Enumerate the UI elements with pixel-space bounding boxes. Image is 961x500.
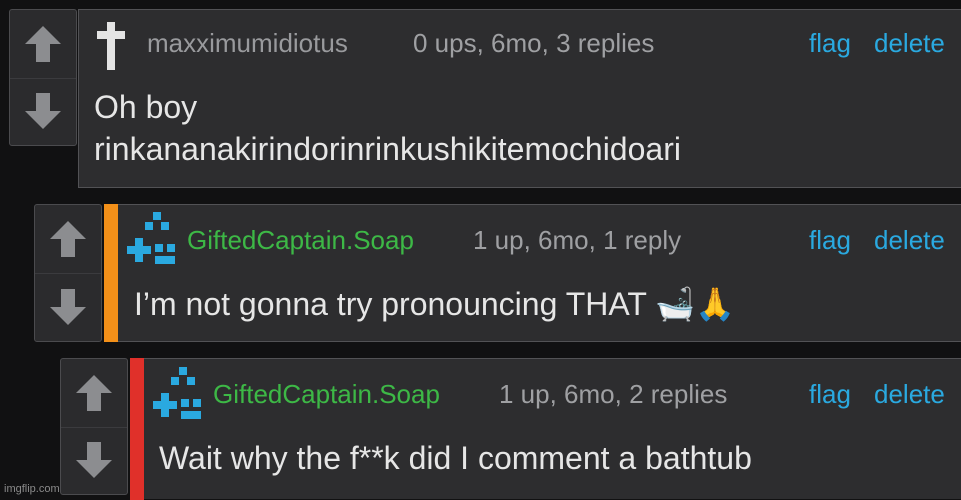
delete-link[interactable]: delete [874, 30, 945, 56]
comment-meta: 1 up, 6mo, 2 replies [499, 379, 728, 409]
downvote-button[interactable] [61, 427, 127, 495]
upvote-button[interactable] [35, 205, 101, 274]
comment-text: I’m not gonna try pronouncing THAT 🛁🙏 [134, 283, 735, 325]
upvote-button[interactable] [10, 10, 76, 79]
comment-meta: 1 up, 6mo, 1 reply [473, 225, 682, 255]
comment: GiftedCaptain.Soap 1 up, 6mo, 2 replies … [130, 358, 961, 500]
down-arrow-icon [76, 442, 112, 479]
downvote-button[interactable] [35, 273, 101, 341]
comment-text-line: rinkananakirindorinrinkushikitemochidoar… [94, 131, 681, 167]
username[interactable]: GiftedCaptain.Soap [187, 227, 414, 253]
vote-box [9, 9, 77, 146]
pixel-avatar-icon [127, 212, 175, 264]
username[interactable]: maxximumidiotus [147, 30, 348, 56]
comment-text: Oh boy rinkananakirindorinrinkushikitemo… [94, 86, 681, 170]
flag-link[interactable]: flag [809, 381, 851, 407]
comment-text: Wait why the f**k did I comment a bathtu… [159, 437, 752, 479]
comment-meta: 0 ups, 6mo, 3 replies [413, 28, 655, 58]
down-arrow-icon [25, 93, 61, 130]
flag-link[interactable]: flag [809, 30, 851, 56]
flag-link[interactable]: flag [809, 227, 851, 253]
pixel-avatar-icon [153, 367, 201, 419]
bathtub-emoji: 🛁 [655, 286, 696, 322]
delete-link[interactable]: delete [874, 381, 945, 407]
delete-link[interactable]: delete [874, 227, 945, 253]
comment-header: GiftedCaptain.Soap 1 up, 6mo, 2 replies … [131, 359, 961, 419]
folded-hands-emoji: 🙏 [695, 286, 735, 322]
comment-header: maxximumidiotus 0 ups, 6mo, 3 replies fl… [79, 10, 961, 70]
comment: maxximumidiotus 0 ups, 6mo, 3 replies fl… [78, 9, 961, 188]
cross-icon [97, 22, 125, 70]
vote-box [34, 204, 102, 342]
comment-text-content: I’m not gonna try pronouncing THAT [134, 286, 647, 322]
comment: GiftedCaptain.Soap 1 up, 6mo, 1 reply fl… [104, 204, 961, 342]
vote-box [60, 358, 128, 495]
up-arrow-icon [25, 25, 61, 62]
comment-text-content: Wait why the f**k did I comment a bathtu… [159, 440, 752, 476]
username[interactable]: GiftedCaptain.Soap [213, 381, 440, 407]
down-arrow-icon [50, 289, 86, 325]
downvote-button[interactable] [10, 78, 76, 146]
comment-header: GiftedCaptain.Soap 1 up, 6mo, 1 reply fl… [105, 205, 961, 264]
up-arrow-icon [50, 221, 86, 257]
comment-text-line: Oh boy [94, 89, 198, 125]
up-arrow-icon [76, 374, 112, 411]
watermark: imgflip.com [4, 483, 60, 495]
upvote-button[interactable] [61, 359, 127, 428]
